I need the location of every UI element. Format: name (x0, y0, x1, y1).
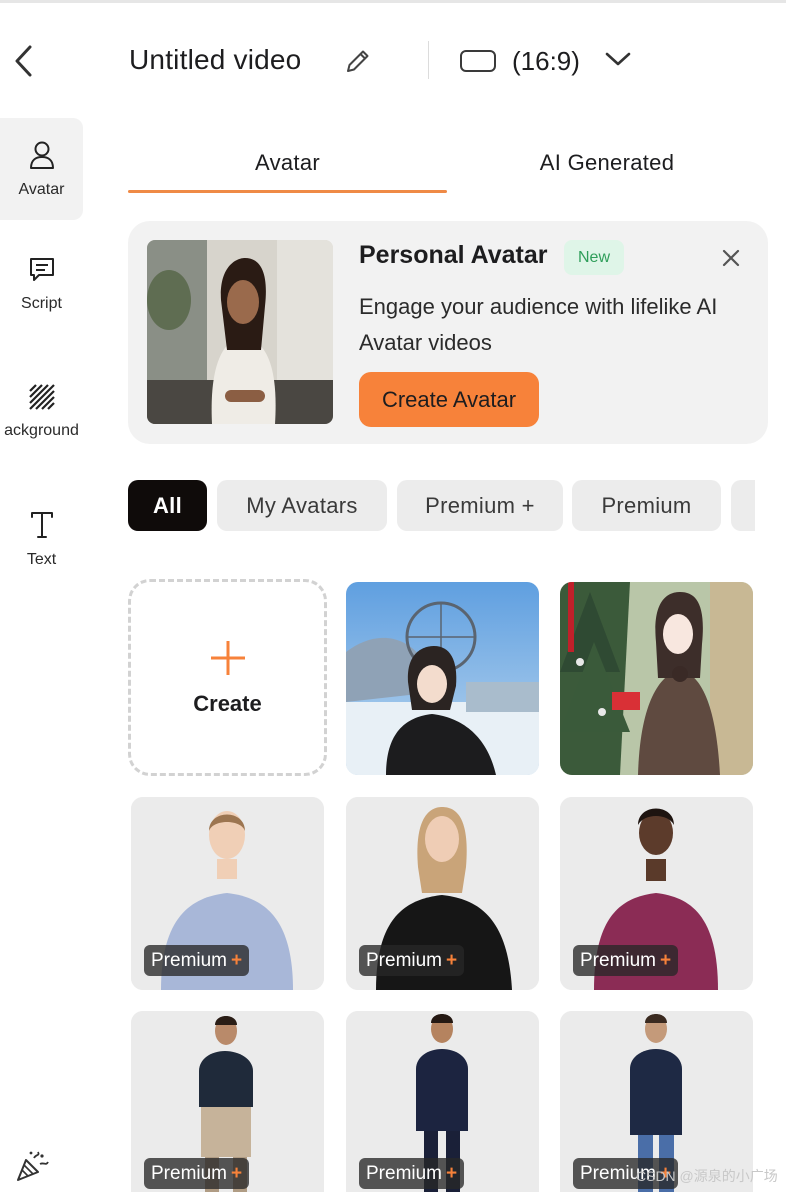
avatar-card[interactable]: Premium + (560, 1011, 753, 1192)
aspect-ratio-label: (16:9) (512, 45, 580, 76)
aspect-ratio-dropdown[interactable]: (16:9) (460, 40, 632, 82)
party-popper-icon[interactable] (14, 1148, 50, 1184)
sidebar-item-label: Text (26, 550, 57, 568)
premium-plus-badge: Premium + (144, 945, 250, 976)
active-tab-indicator (128, 190, 447, 193)
personal-avatar-card: Personal Avatar New Engage your audience… (128, 221, 768, 444)
plus-icon (208, 638, 248, 683)
premium-plus-badge: Premium + (573, 945, 679, 976)
avatar-card[interactable]: Premium + (560, 797, 753, 990)
promo-title: Personal Avatar (359, 241, 548, 269)
filter-chip-premium-plus[interactable]: Premium + (397, 480, 563, 531)
filter-chip-all[interactable]: All (128, 480, 207, 531)
avatar-card[interactable]: Premium + (346, 797, 539, 990)
premium-plus-badge: Premium + (359, 945, 465, 976)
avatar-card[interactable]: Premium + (346, 1011, 539, 1192)
filter-chip-premium[interactable]: Premium (572, 480, 721, 531)
pencil-icon[interactable] (344, 47, 372, 75)
sidebar-item-background[interactable]: ackground (0, 360, 83, 462)
user-icon (28, 140, 56, 175)
create-avatar-card[interactable]: Create (128, 579, 327, 776)
avatar-photo (346, 582, 539, 775)
avatar-card[interactable] (346, 582, 539, 775)
header-divider (428, 41, 429, 79)
tab-avatar[interactable]: Avatar (128, 132, 447, 194)
watermark: CSDN @源泉的小广场 (636, 1168, 778, 1184)
sidebar-item-label: Script (21, 294, 62, 312)
avatar-card[interactable]: Premium + (131, 797, 324, 990)
create-label: Create (193, 691, 262, 716)
premium-plus-badge: Premium + (359, 1158, 465, 1189)
filter-chip-my-avatars[interactable]: My Avatars (217, 480, 387, 531)
back-icon[interactable] (12, 44, 40, 78)
promo-description: Engage your audience with lifelike AI Av… (359, 294, 718, 355)
sidebar-item-script[interactable]: Script (0, 232, 83, 334)
aspect-ratio-icon (460, 50, 496, 72)
personal-avatar-thumbnail (147, 240, 333, 424)
avatar-photo (560, 582, 753, 775)
sidebar-item-label: ackground (4, 421, 79, 439)
tab-ai-generated[interactable]: AI Generated (447, 132, 767, 194)
sidebar-item-label: Avatar (18, 180, 65, 198)
sidebar-item-avatar[interactable]: Avatar (0, 118, 83, 220)
sidebar-item-text[interactable]: Text (0, 488, 83, 590)
chevron-down-icon (604, 51, 632, 72)
video-title[interactable]: Untitled video (129, 44, 301, 76)
avatar-card[interactable]: Premium + (131, 1011, 324, 1192)
text-icon (29, 510, 55, 545)
background-icon (28, 383, 56, 416)
close-icon[interactable] (718, 245, 744, 271)
top-border (0, 0, 786, 3)
script-icon (27, 254, 57, 289)
new-badge: New (564, 240, 624, 275)
create-avatar-button[interactable]: Create Avatar (359, 372, 539, 427)
avatar-card[interactable] (560, 582, 753, 775)
filter-chip-overflow[interactable] (731, 480, 755, 531)
premium-plus-badge: Premium + (144, 1158, 250, 1189)
